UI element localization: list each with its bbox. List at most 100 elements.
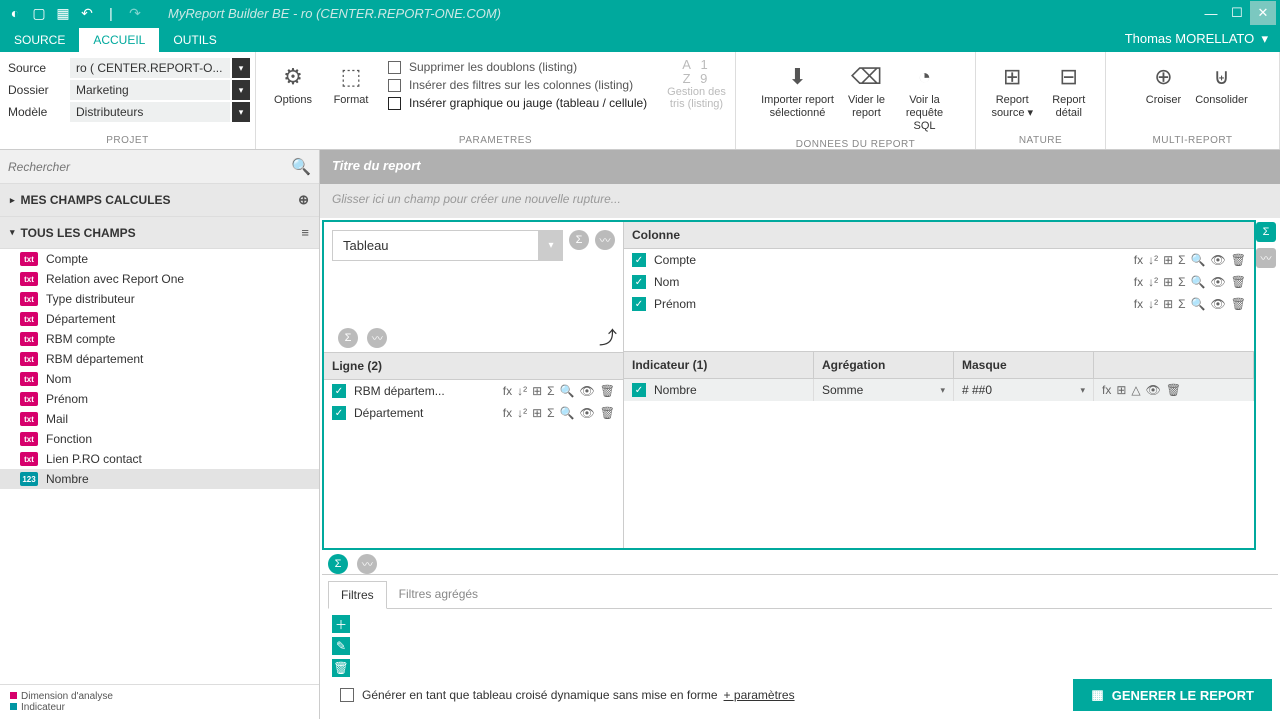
check-icon[interactable]: ✓	[632, 275, 646, 289]
report-source-button[interactable]: ⊞ Reportsource ▾	[984, 58, 1041, 120]
consolider-button[interactable]: ⊎ Consolider	[1193, 58, 1251, 107]
sort-icon[interactable]: ↓²	[1148, 253, 1158, 267]
excel-icon[interactable]: ▦	[52, 2, 74, 24]
check-icon[interactable]: ✓	[632, 253, 646, 267]
sql-button[interactable]: ◔ Voir larequête SQL	[896, 58, 954, 133]
indic-check-icon[interactable]: ✓	[632, 383, 646, 397]
fx-icon[interactable]: fx	[503, 384, 512, 398]
ligne-row[interactable]: ✓RBM départem...fx↓²⊞Σ🔍👁🗑	[324, 380, 623, 402]
trash-icon[interactable]: 🗑	[1166, 383, 1181, 397]
fx-icon[interactable]: fx	[503, 406, 512, 420]
colonne-row[interactable]: ✓Prénomfx↓²⊞Σ🔍👁🗑	[624, 293, 1254, 315]
group-icon[interactable]: ⊞	[532, 384, 542, 398]
search-input[interactable]	[8, 160, 291, 174]
field-item[interactable]: txtMail	[0, 409, 319, 429]
modele-value[interactable]: Distributeurs	[70, 102, 230, 122]
eye-icon[interactable]: 👁	[1146, 383, 1161, 397]
fx-icon[interactable]: fx	[1134, 275, 1143, 289]
field-item[interactable]: txtRBM compte	[0, 329, 319, 349]
add-calc-icon[interactable]: ⊕	[298, 192, 309, 208]
sort-icon[interactable]: ↓²	[517, 384, 527, 398]
sort-icon[interactable]: ↓²	[1148, 297, 1158, 311]
sigma-icon[interactable]: Σ	[1178, 275, 1185, 289]
maximize-button[interactable]: ☐	[1224, 1, 1250, 25]
field-item[interactable]: txtFonction	[0, 429, 319, 449]
close-button[interactable]: ✕	[1250, 1, 1276, 25]
fx-icon[interactable]: fx	[1134, 297, 1143, 311]
trash-icon[interactable]: 🗑	[1231, 253, 1246, 267]
search-icon[interactable]: 🔍	[1191, 297, 1206, 311]
dossier-value[interactable]: Marketing	[70, 80, 230, 100]
side-pulse-icon[interactable]: 〰	[1256, 248, 1276, 268]
importer-button[interactable]: ⬇ Importer reportsélectionné	[758, 58, 838, 120]
tab-filtres-agg[interactable]: Filtres agrégés	[387, 581, 490, 608]
minimize-button[interactable]: —	[1198, 1, 1224, 25]
sigma2-icon[interactable]: Σ	[338, 328, 358, 348]
field-item[interactable]: txtRBM département	[0, 349, 319, 369]
sigma-icon[interactable]: Σ	[1178, 253, 1185, 267]
search-icon[interactable]: 🔍	[1191, 253, 1206, 267]
sort-icon[interactable]: ↓²	[517, 406, 527, 420]
rupture-dropzone[interactable]: Glisser ici un champ pour créer une nouv…	[320, 184, 1280, 218]
redo-icon[interactable]: ↷	[124, 2, 146, 24]
eye-icon[interactable]: 👁	[580, 406, 595, 420]
eye-icon[interactable]: 👁	[580, 384, 595, 398]
swap-icon[interactable]: ⤴	[599, 324, 617, 350]
colonne-row[interactable]: ✓Nomfx↓²⊞Σ🔍👁🗑	[624, 271, 1254, 293]
search-icon[interactable]: 🔍	[560, 406, 575, 420]
group-icon[interactable]: ⊞	[1163, 253, 1173, 267]
filter-edit-icon[interactable]: ✎	[332, 637, 350, 655]
generate-report-button[interactable]: ▦ GENERER LE REPORT	[1073, 679, 1272, 711]
tableau-select[interactable]: Tableau	[332, 230, 539, 261]
trash-icon[interactable]: 🗑	[1231, 297, 1246, 311]
filter-add-icon[interactable]: ＋	[332, 615, 350, 633]
source-dropdown[interactable]: ▾	[232, 58, 250, 78]
options-button[interactable]: ⚙ Options	[264, 58, 322, 107]
format-button[interactable]: ⬚ Format	[322, 58, 380, 107]
field-item[interactable]: 123Nombre	[0, 469, 319, 489]
field-item[interactable]: txtType distributeur	[0, 289, 319, 309]
field-item[interactable]: txtDépartement	[0, 309, 319, 329]
warn-icon[interactable]: △	[1131, 383, 1140, 397]
trash-icon[interactable]: 🗑	[1231, 275, 1246, 289]
sigma-icon[interactable]: Σ	[1178, 297, 1185, 311]
side-sigma-icon[interactable]: Σ	[1256, 222, 1276, 242]
field-item[interactable]: txtRelation avec Report One	[0, 269, 319, 289]
all-fields-header[interactable]: ▾TOUS LES CHAMPS≡	[0, 217, 319, 249]
fx-icon[interactable]: fx	[1134, 253, 1143, 267]
pulse2-icon[interactable]: 〰	[367, 328, 387, 348]
tab-outils[interactable]: OUTILS	[159, 28, 230, 52]
sigma-icon[interactable]: Σ	[547, 384, 554, 398]
graphique-checkbox[interactable]: Insérer graphique ou jauge (tableau / ce…	[388, 96, 647, 110]
vider-button[interactable]: ⌫ Vider lereport	[838, 58, 896, 120]
check-icon[interactable]: ✓	[632, 297, 646, 311]
search-icon[interactable]: 🔍	[291, 157, 311, 177]
field-item[interactable]: txtCompte	[0, 249, 319, 269]
eye-icon[interactable]: 👁	[1211, 253, 1226, 267]
group-icon[interactable]: ⊞	[1163, 297, 1173, 311]
filter-delete-icon[interactable]: 🗑	[332, 659, 350, 677]
tris-button[interactable]: A 1Z 9 Gestion destris (listing)	[667, 58, 726, 110]
mask-select[interactable]: # ##0▾	[954, 379, 1094, 401]
undo-icon[interactable]: ↶	[76, 2, 98, 24]
check-icon[interactable]: ✓	[332, 384, 346, 398]
source-value[interactable]: ro ( CENTER.REPORT-O...	[70, 58, 230, 78]
tableau-dropdown[interactable]: ▾	[539, 230, 563, 261]
eye-icon[interactable]: 👁	[1211, 275, 1226, 289]
field-item[interactable]: txtPrénom	[0, 389, 319, 409]
report-title[interactable]: Titre du report	[320, 150, 1280, 184]
dossier-dropdown[interactable]: ▾	[232, 80, 250, 100]
menu-icon[interactable]: ≡	[301, 225, 309, 240]
group-icon[interactable]: ⊞	[532, 406, 542, 420]
calc-fields-header[interactable]: ▸MES CHAMPS CALCULES⊕	[0, 184, 319, 217]
ligne-row[interactable]: ✓Départementfx↓²⊞Σ🔍👁🗑	[324, 402, 623, 424]
search-icon[interactable]: 🔍	[560, 384, 575, 398]
eye-icon[interactable]: 👁	[1211, 297, 1226, 311]
field-item[interactable]: txtNom	[0, 369, 319, 389]
pulse3-icon[interactable]: 〰	[357, 554, 377, 574]
report-detail-button[interactable]: ⊟ Reportdétail	[1041, 58, 1098, 120]
trash-icon[interactable]: 🗑	[600, 384, 615, 398]
pivot-checkbox[interactable]	[340, 688, 354, 702]
check-icon[interactable]: ✓	[332, 406, 346, 420]
trash-icon[interactable]: 🗑	[600, 406, 615, 420]
